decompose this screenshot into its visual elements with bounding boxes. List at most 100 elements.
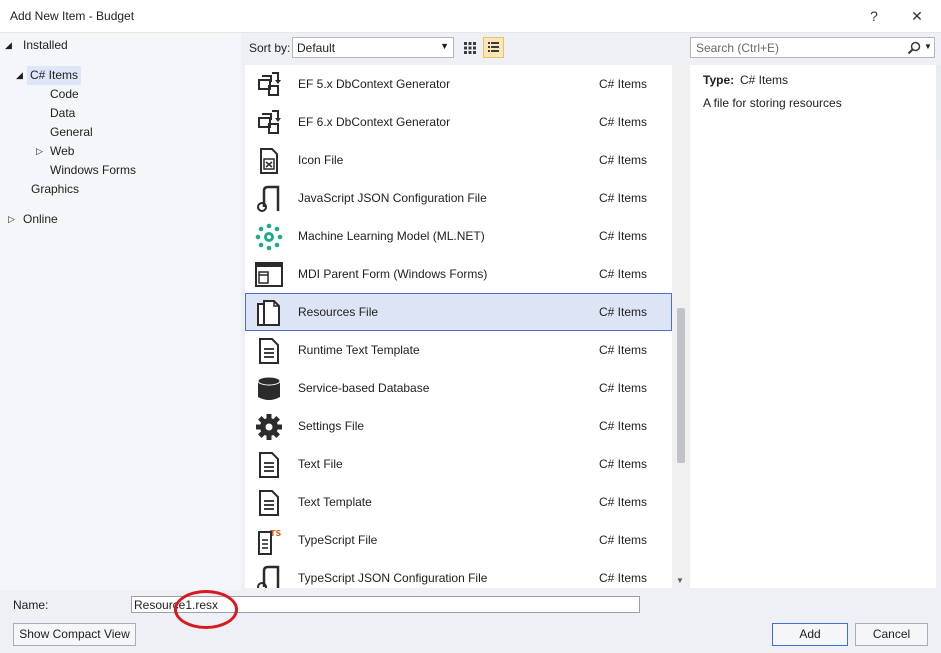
sort-by-dropdown[interactable]: Default ▼ <box>292 37 454 58</box>
list-item-ml-model[interactable]: Machine Learning Model (ML.NET) C# Items <box>245 217 672 255</box>
type-label: Type: <box>703 73 735 87</box>
tree-label-csharp-items: C# Items <box>27 66 82 85</box>
close-button[interactable]: ✕ <box>902 4 932 28</box>
list-item-settings-file[interactable]: Settings File C# Items <box>245 407 672 445</box>
list-item-runtime-text-template[interactable]: Runtime Text Template C# Items <box>245 331 672 369</box>
scrollbar-thumb[interactable] <box>677 308 685 463</box>
name-label: Name: <box>13 598 49 612</box>
tree-label-online: Online <box>23 212 58 226</box>
category-tree: ◢ Installed ◢ C# Items Code Data General… <box>0 33 241 590</box>
list-item-js-json-config[interactable]: JavaScript JSON Configuration File C# It… <box>245 179 672 217</box>
tree-node-graphics[interactable]: Graphics <box>31 180 79 199</box>
tree-node-general[interactable]: General <box>50 123 93 142</box>
item-category: C# Items <box>599 305 648 319</box>
item-name: EF 6.x DbContext Generator <box>298 115 451 129</box>
text-template-icon <box>259 490 279 516</box>
cancel-button-label: Cancel <box>872 627 911 641</box>
icon-file-icon <box>260 148 278 174</box>
item-name: Resources File <box>298 305 379 319</box>
tree-node-data[interactable]: Data <box>50 104 75 123</box>
title-bar: Add New Item - Budget ? ✕ <box>0 0 941 33</box>
search-input[interactable] <box>694 40 904 55</box>
add-button[interactable]: Add <box>772 623 848 646</box>
item-category: C# Items <box>599 571 648 585</box>
item-name: MDI Parent Form (Windows Forms) <box>298 267 488 281</box>
typescript-file-icon: TS <box>258 529 281 555</box>
template-list[interactable]: EF 5.x DbContext Generator C# Items EF 6… <box>245 65 672 588</box>
list-scrollbar[interactable]: ▼ <box>672 65 689 588</box>
item-category: C# Items <box>599 229 648 243</box>
mdi-form-icon <box>255 262 283 287</box>
detail-pane: Type: C# Items A file for storing resour… <box>690 65 936 588</box>
item-name: EF 5.x DbContext Generator <box>298 77 451 91</box>
list-item-text-file[interactable]: Text File C# Items <box>245 445 672 483</box>
item-name: TypeScript JSON Configuration File <box>298 571 488 585</box>
database-icon <box>257 376 281 400</box>
json-config-icon <box>257 185 280 212</box>
item-category: C# Items <box>599 533 648 547</box>
list-item-typescript-file[interactable]: TS TypeScript File C# Items <box>245 521 672 559</box>
item-name: Text Template <box>298 495 372 509</box>
list-view-icon <box>488 42 499 52</box>
list-item-mdi-parent-form[interactable]: MDI Parent Form (Windows Forms) C# Items <box>245 255 672 293</box>
ef-generator-icon <box>258 72 281 96</box>
item-category: C# Items <box>599 381 648 395</box>
item-name: Runtime Text Template <box>298 343 420 357</box>
scroll-down-arrow-icon[interactable]: ▼ <box>676 576 684 585</box>
item-name: TypeScript File <box>298 533 378 547</box>
add-button-label: Add <box>799 627 821 641</box>
item-name: Service-based Database <box>298 381 430 395</box>
item-name: JavaScript JSON Configuration File <box>298 191 487 205</box>
item-name: Machine Learning Model (ML.NET) <box>298 229 485 243</box>
item-description: A file for storing resources <box>703 96 842 110</box>
collapsed-arrow-icon[interactable]: ▷ <box>8 210 20 229</box>
text-template-icon <box>259 338 279 364</box>
tree-node-windows-forms[interactable]: Windows Forms <box>50 161 136 180</box>
settings-gear-icon <box>256 414 282 440</box>
sort-by-value: Default <box>297 41 336 55</box>
chevron-down-icon: ▼ <box>440 41 449 51</box>
medium-icons-view-button[interactable] <box>459 37 480 58</box>
item-category: C# Items <box>599 115 648 129</box>
list-item-ef6-generator[interactable]: EF 6.x DbContext Generator C# Items <box>245 103 672 141</box>
detail-pane-edge <box>936 65 941 160</box>
json-config-icon <box>257 565 280 588</box>
tree-label-web: Web <box>50 144 75 158</box>
grid-view-icon <box>464 42 476 54</box>
item-name: Text File <box>298 457 343 471</box>
collapsed-arrow-icon[interactable]: ▷ <box>36 142 48 161</box>
ef-generator-icon <box>258 110 281 134</box>
cancel-button[interactable]: Cancel <box>855 623 928 646</box>
list-view-button[interactable] <box>483 37 504 58</box>
list-item-service-based-database[interactable]: Service-based Database C# Items <box>245 369 672 407</box>
list-item-ef5-generator[interactable]: EF 5.x DbContext Generator C# Items <box>245 65 672 103</box>
item-name: Settings File <box>298 419 365 433</box>
list-item-icon-file[interactable]: Icon File C# Items <box>245 141 672 179</box>
sort-by-label: Sort by: <box>249 41 291 55</box>
search-icon[interactable] <box>907 40 922 55</box>
annotation-circle <box>174 590 238 629</box>
tree-node-code[interactable]: Code <box>50 85 79 104</box>
svg-text:TS: TS <box>270 529 281 538</box>
resources-file-icon <box>257 300 280 326</box>
list-item-text-template[interactable]: Text Template C# Items <box>245 483 672 521</box>
item-category: C# Items <box>599 419 648 433</box>
item-category: C# Items <box>599 457 648 471</box>
list-item-resources-file[interactable]: Resources File C# Items <box>245 293 672 331</box>
list-item-ts-json-config[interactable]: TypeScript JSON Configuration File C# It… <box>245 559 672 588</box>
item-category: C# Items <box>599 77 648 91</box>
ml-model-icon <box>255 223 283 251</box>
show-compact-view-label: Show Compact View <box>19 627 130 641</box>
window-title: Add New Item - Budget <box>10 9 135 23</box>
search-options-chevron-icon[interactable]: ▼ <box>924 42 932 51</box>
item-category: C# Items <box>599 191 648 205</box>
item-category: C# Items <box>599 495 648 509</box>
item-category: C# Items <box>599 267 648 281</box>
type-value: C# Items <box>740 73 789 87</box>
show-compact-view-button[interactable]: Show Compact View <box>13 623 136 646</box>
text-file-icon <box>259 452 279 478</box>
help-button[interactable]: ? <box>859 4 889 28</box>
expanded-arrow-icon[interactable]: ◢ <box>5 36 17 55</box>
item-name: Icon File <box>298 153 344 167</box>
search-box[interactable]: ▼ <box>690 37 935 58</box>
